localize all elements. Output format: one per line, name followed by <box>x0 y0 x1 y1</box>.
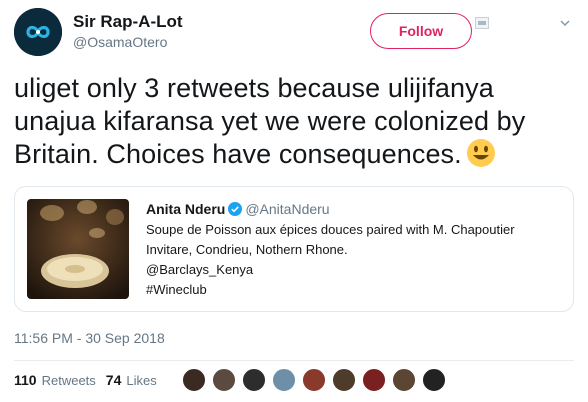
chevron-down-icon[interactable] <box>560 18 570 28</box>
tweet-timestamp[interactable]: 11:56 PM - 30 Sep 2018 <box>14 330 165 346</box>
tweet-line: unajua kifaransa yet we were colonized b… <box>14 106 526 136</box>
quoted-tweet-image[interactable] <box>27 199 129 299</box>
likes-label[interactable]: Likes <box>126 373 156 388</box>
author-names: Sir Rap-A-Lot @OsamaOtero <box>73 12 183 52</box>
likes-count[interactable]: 74 <box>106 372 122 388</box>
author-avatar[interactable] <box>14 8 62 56</box>
soup-photo <box>27 199 129 299</box>
author-display-name[interactable]: Sir Rap-A-Lot <box>73 12 183 32</box>
quoted-hashtag[interactable]: #Wineclub <box>146 280 556 300</box>
smiley-face-icon <box>466 139 495 167</box>
liker-avatar[interactable] <box>392 368 416 392</box>
liker-avatar[interactable] <box>362 368 386 392</box>
quoted-tweet-card[interactable]: Anita Nderu @AnitaNderu Soupe de Poisson… <box>14 186 574 312</box>
tweet-line: Britain. Choices have consequences. <box>14 139 462 169</box>
liker-avatar[interactable] <box>332 368 356 392</box>
infinity-logo-icon <box>14 8 62 56</box>
divider <box>14 360 574 361</box>
quoted-author-handle[interactable]: @AnitaNderu <box>245 201 329 217</box>
liker-avatar[interactable] <box>422 368 446 392</box>
retweets-count[interactable]: 110 <box>14 372 37 388</box>
tweet-stats: 110 Retweets 74 Likes <box>14 372 157 388</box>
retweets-label[interactable]: Retweets <box>42 373 96 388</box>
quoted-mention[interactable]: @Barclays_Kenya <box>146 260 556 280</box>
liker-avatar[interactable] <box>242 368 266 392</box>
quoted-author-row: Anita Nderu @AnitaNderu <box>146 199 556 219</box>
quoted-author-name[interactable]: Anita Nderu <box>146 201 225 217</box>
liker-avatar[interactable] <box>182 368 206 392</box>
verified-badge-icon <box>228 202 243 216</box>
quoted-line: Soupe de Poisson aux épices douces paire… <box>146 222 515 237</box>
tweet-line: uliget only 3 retweets because ulijifany… <box>14 73 494 103</box>
quoted-tweet-text: Soupe de Poisson aux épices douces paire… <box>146 220 556 300</box>
author-handle[interactable]: @OsamaOtero <box>73 32 183 52</box>
follow-button[interactable]: Follow <box>370 13 472 49</box>
liker-avatar[interactable] <box>212 368 236 392</box>
quoted-tweet-body: Anita Nderu @AnitaNderu Soupe de Poisson… <box>146 199 556 300</box>
tweet-header: Sir Rap-A-Lot @OsamaOtero Follow <box>14 8 578 58</box>
liker-avatar[interactable] <box>302 368 326 392</box>
card-icon[interactable] <box>475 17 489 29</box>
tweet-text: uliget only 3 retweets because ulijifany… <box>14 72 574 171</box>
likers-avatars <box>182 368 452 392</box>
liker-avatar[interactable] <box>272 368 296 392</box>
quoted-line: Invitare, Condrieu, Nothern Rhone. <box>146 242 348 257</box>
